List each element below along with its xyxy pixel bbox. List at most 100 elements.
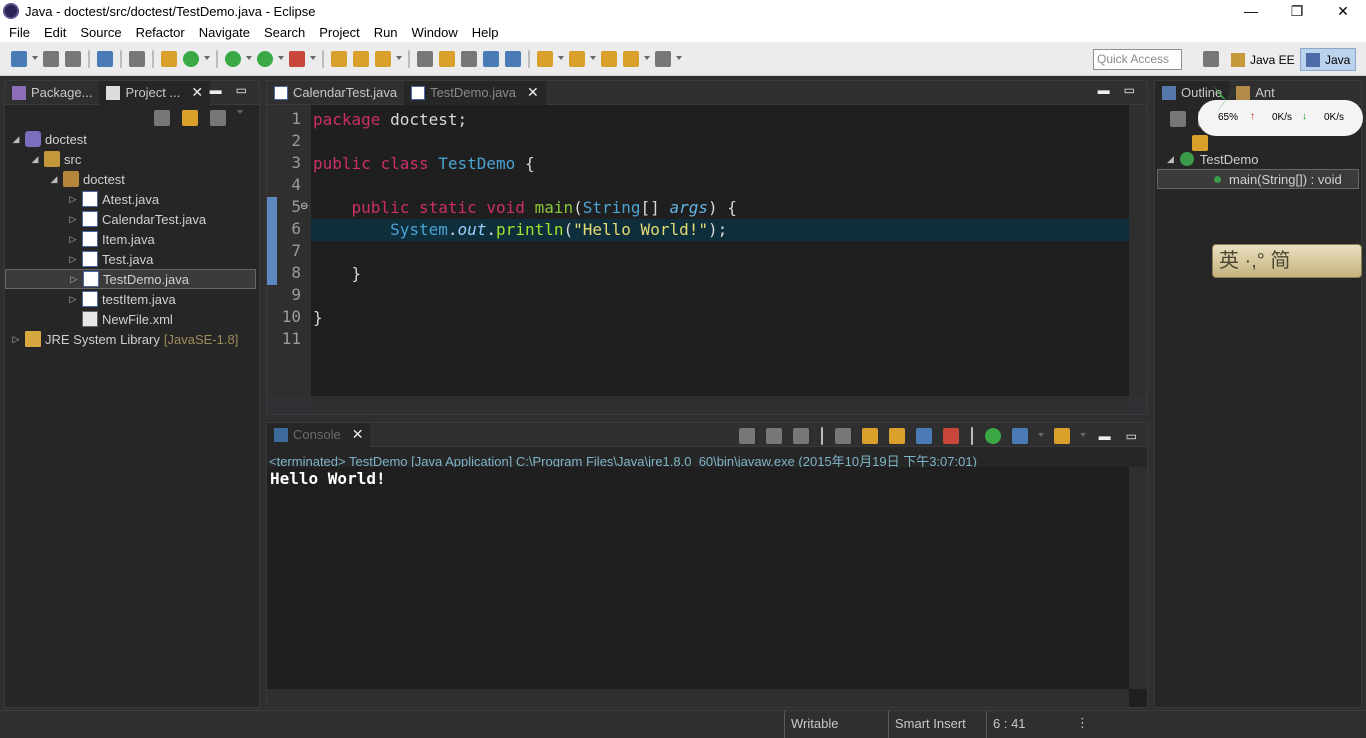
collapse-all-icon[interactable] bbox=[154, 110, 170, 126]
console-horizontal-scrollbar[interactable] bbox=[267, 689, 1129, 707]
tree-item[interactable]: ▷ testItem.java bbox=[5, 289, 256, 309]
back-icon[interactable] bbox=[623, 50, 639, 67]
menu-refactor[interactable]: Refactor bbox=[129, 25, 192, 40]
next-annotation-icon[interactable] bbox=[537, 50, 553, 67]
toggle-mark-occurrences-icon[interactable] bbox=[417, 50, 433, 67]
link-with-editor-icon[interactable] bbox=[182, 110, 198, 126]
tab-console[interactable]: Console ✕ bbox=[267, 422, 371, 447]
open-perspective-icon[interactable] bbox=[1203, 51, 1219, 67]
expand-arrow-icon[interactable]: ◢ bbox=[1167, 154, 1174, 165]
external-tools-icon[interactable] bbox=[289, 50, 305, 67]
run-icon[interactable] bbox=[257, 50, 273, 67]
status-menu-icon[interactable]: ⋮ bbox=[1076, 715, 1089, 731]
open-console-icon[interactable] bbox=[1053, 428, 1070, 444]
forward-dropdown-icon[interactable] bbox=[676, 55, 682, 62]
minimize-console-icon[interactable]: ▬ bbox=[1099, 429, 1111, 443]
expand-arrow-icon[interactable]: ▷ bbox=[68, 254, 78, 265]
tree-item[interactable]: ◢ doctest bbox=[5, 169, 256, 189]
expand-arrow-icon[interactable]: ◢ bbox=[49, 174, 59, 185]
pin-console-icon[interactable] bbox=[984, 428, 1001, 444]
editor-vertical-scrollbar[interactable] bbox=[1129, 105, 1147, 396]
expand-arrow-icon[interactable]: ▷ bbox=[68, 294, 78, 305]
expand-arrow-icon[interactable]: ▷ bbox=[68, 194, 78, 205]
tree-item[interactable]: ▷ Atest.java bbox=[5, 189, 256, 209]
next-annotation-dropdown-icon[interactable] bbox=[558, 55, 564, 62]
editor-body[interactable]: 1 2 3 4 5 6 7 8 9 10 11 ⊖ package doctest; public … bbox=[267, 105, 1147, 414]
open-console-dropdown-icon[interactable] bbox=[1079, 433, 1086, 439]
word-wrap-icon[interactable] bbox=[888, 428, 905, 444]
tab-project-explorer[interactable]: Project ... ✕ bbox=[99, 80, 211, 105]
ime-status-badge[interactable]: 英 ·,° 简 bbox=[1212, 244, 1362, 278]
quick-access-input[interactable]: Quick Access bbox=[1093, 49, 1182, 70]
search-icon[interactable] bbox=[375, 50, 391, 67]
editor-horizontal-scrollbar[interactable] bbox=[311, 396, 1129, 414]
outline-item-method[interactable]: main(String[]) : void bbox=[1157, 169, 1359, 189]
expand-arrow-icon[interactable]: ◢ bbox=[11, 134, 21, 145]
close-tab-icon[interactable]: ✕ bbox=[352, 426, 364, 443]
external-tools-dropdown-icon[interactable] bbox=[310, 55, 316, 62]
tree-item[interactable]: ▷ Test.java bbox=[5, 249, 256, 269]
refresh-icon[interactable] bbox=[183, 50, 199, 67]
minimize-editor-icon[interactable]: ▬ bbox=[1098, 83, 1110, 97]
toggle-highlight-icon[interactable] bbox=[439, 50, 455, 67]
close-tab-icon[interactable]: ✕ bbox=[191, 84, 203, 101]
back-dropdown-icon[interactable] bbox=[644, 55, 650, 62]
fold-icon[interactable]: ⊖ bbox=[300, 201, 308, 212]
tree-item[interactable]: ▷ TestDemo.java bbox=[5, 269, 256, 289]
debug-icon[interactable] bbox=[225, 50, 241, 67]
refresh-dropdown-icon[interactable] bbox=[204, 55, 210, 62]
tree-item[interactable]: ▷ JRE System Library [JavaSE-1.8] bbox=[5, 329, 256, 349]
show-whitespace-icon[interactable] bbox=[483, 50, 499, 67]
display-console-dropdown-icon[interactable] bbox=[1037, 433, 1044, 439]
debug-dropdown-icon[interactable] bbox=[246, 55, 252, 62]
save-all-icon[interactable] bbox=[65, 50, 81, 67]
expand-arrow-icon[interactable]: ▷ bbox=[68, 214, 78, 225]
tree-item[interactable]: ◢ src bbox=[5, 149, 256, 169]
terminal-icon[interactable] bbox=[97, 50, 113, 67]
network-speed-widget[interactable]: 65% ↑ 0K/s ↓ 0K/s bbox=[1198, 80, 1366, 138]
forward-icon[interactable] bbox=[655, 50, 671, 67]
tab-testdemo-java[interactable]: TestDemo.java ✕ bbox=[404, 80, 546, 105]
menu-search[interactable]: Search bbox=[257, 25, 312, 40]
clear-console-icon[interactable] bbox=[834, 428, 851, 444]
tree-item[interactable]: ▷ CalendarTest.java bbox=[5, 209, 256, 229]
perspective-java[interactable]: Java bbox=[1300, 48, 1357, 71]
console-output-area[interactable]: Hello World! bbox=[267, 467, 1147, 707]
prev-annotation-icon[interactable] bbox=[569, 50, 585, 67]
new-dropdown-icon[interactable] bbox=[32, 55, 38, 62]
terminate-icon[interactable] bbox=[738, 428, 755, 444]
minimize-panel-icon[interactable]: ▬ bbox=[210, 83, 222, 97]
view-menu-filter-icon[interactable] bbox=[210, 110, 226, 126]
menu-source[interactable]: Source bbox=[73, 25, 128, 40]
menu-run[interactable]: Run bbox=[367, 25, 405, 40]
expand-arrow-icon[interactable]: ◢ bbox=[30, 154, 40, 165]
remove-all-terminated-icon[interactable] bbox=[792, 428, 809, 444]
maximize-console-icon[interactable]: ▭ bbox=[1126, 429, 1137, 443]
code-area[interactable]: package doctest; public class TestDemo {… bbox=[311, 105, 1129, 396]
open-task-icon[interactable] bbox=[353, 50, 369, 67]
show-paragraph-icon[interactable] bbox=[505, 50, 521, 67]
menu-window[interactable]: Window bbox=[405, 25, 465, 40]
menu-help[interactable]: Help bbox=[465, 25, 506, 40]
tab-package-explorer[interactable]: Package... bbox=[5, 81, 99, 105]
minimize-button[interactable]: — bbox=[1228, 0, 1274, 22]
show-on-output-icon[interactable] bbox=[915, 428, 932, 444]
run-dropdown-icon[interactable] bbox=[278, 55, 284, 62]
show-on-error-icon[interactable] bbox=[942, 428, 959, 444]
toggle-block-selection-icon[interactable] bbox=[461, 50, 477, 67]
perspective-java-ee[interactable]: Java EE bbox=[1226, 48, 1300, 71]
open-type-icon[interactable] bbox=[331, 50, 347, 67]
menu-file[interactable]: File bbox=[2, 25, 37, 40]
search-dropdown-icon[interactable] bbox=[396, 55, 402, 62]
scroll-lock-icon[interactable] bbox=[861, 428, 878, 444]
new-icon[interactable] bbox=[11, 50, 27, 67]
close-tab-icon[interactable]: ✕ bbox=[527, 84, 539, 101]
prev-annotation-dropdown-icon[interactable] bbox=[590, 55, 596, 62]
hide-fields-icon[interactable] bbox=[1170, 111, 1186, 127]
skip-breakpoints-icon[interactable] bbox=[129, 50, 145, 67]
display-selected-console-icon[interactable] bbox=[1011, 428, 1028, 444]
menu-project[interactable]: Project bbox=[312, 25, 366, 40]
outline-item-class[interactable]: ◢ TestDemo bbox=[1167, 149, 1357, 169]
tree-item[interactable]: ▷ Item.java bbox=[5, 229, 256, 249]
menu-navigate[interactable]: Navigate bbox=[192, 25, 257, 40]
